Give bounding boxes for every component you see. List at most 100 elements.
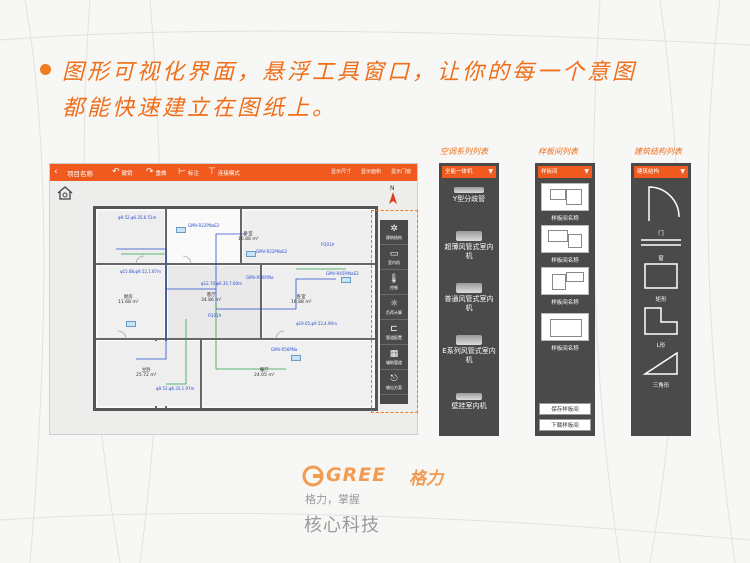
ac-item-y-branch[interactable]: Y型分歧管: [442, 187, 496, 204]
home-icon[interactable]: [57, 185, 73, 201]
samples-select[interactable]: 样板间 ▼: [538, 166, 592, 178]
headline-line-2: 都能快速建立在图纸上。: [62, 96, 338, 121]
slogan-core: 核心科技: [304, 515, 380, 536]
shape-l[interactable]: L形: [635, 305, 687, 349]
unit-model-label: GMV-R45P/NaE2: [326, 271, 359, 276]
wall-unit-icon: [456, 393, 482, 400]
indoor-unit[interactable]: [126, 321, 136, 327]
unit-model-label: GMV-R22PNaE2: [188, 223, 220, 228]
brand-name: GREE: [326, 464, 387, 486]
triangle-icon: [642, 351, 678, 375]
joint-label: FQ01A: [208, 313, 222, 318]
sample-room[interactable]: 样板间名称: [541, 183, 589, 222]
room-bedroom-2: 卧室 16.88 m²: [291, 294, 312, 305]
shape-window[interactable]: 窗: [635, 235, 687, 262]
sample-thumbnail: [541, 267, 589, 295]
room-kitchen: 厨房 11.68 m²: [118, 294, 139, 305]
ac-item-e-series[interactable]: E系列风管式室内机: [442, 335, 496, 365]
save-sample-button[interactable]: 保存样板间: [539, 403, 591, 415]
ac-item-label: 超薄风管式室内机: [444, 243, 494, 260]
download-sample-button[interactable]: 下载样板间: [539, 419, 591, 431]
door-icon: [648, 186, 680, 221]
room-area: 16.88 m²: [238, 237, 259, 242]
brand-name-cn: 格力: [409, 469, 443, 489]
room-area: 25.72 m²: [136, 373, 157, 378]
window-icon: [641, 239, 681, 246]
sample-room[interactable]: 样板间名称: [541, 313, 589, 352]
ac-series-panel: 全能一体机 ▼ Y型分歧管 超薄风管式室内机 普通风管式室内机 E系列风管式室内机…: [439, 163, 499, 436]
shape-triangle[interactable]: 三角形: [635, 349, 687, 389]
samples-panel-title: 样板间列表: [538, 147, 578, 156]
app-window: ‹ 项目名称 ↶ 撤销 ↷ 重做 ⊢ 标注 ⊤ 连接模式 显示尺寸 显示面积 显示门窗 …: [49, 163, 418, 435]
undo-button[interactable]: ↶ 撤销: [112, 166, 133, 179]
sample-name: 样板间名称: [551, 300, 579, 306]
ac-item-normal-duct[interactable]: 普通风管式室内机: [442, 283, 496, 313]
floor-plan[interactable]: 卧室 16.88 m² 厨房 11.68 m² 客厅 34.86 m² 卧室 16.88…: [93, 206, 378, 411]
toggle-show-doors[interactable]: 显示门窗: [391, 168, 411, 175]
indoor-unit[interactable]: [176, 227, 186, 233]
chevron-down-icon: ▼: [584, 168, 589, 175]
indoor-unit[interactable]: [291, 355, 301, 361]
room-master-bedroom: 主卧 25.72 m²: [136, 367, 157, 378]
shape-rectangle[interactable]: 矩形: [635, 261, 687, 303]
connect-mode-button[interactable]: ⊤ 连接模式: [208, 166, 240, 179]
sample-name: 样板间名称: [551, 346, 579, 352]
sample-room[interactable]: 样板间名称: [541, 267, 589, 306]
shape-label: 矩形: [655, 297, 667, 303]
project-name[interactable]: 项目名称: [67, 168, 93, 178]
toggle-show-size[interactable]: 显示尺寸: [331, 168, 351, 175]
indoor-unit[interactable]: [246, 251, 256, 257]
indoor-unit-icon: [456, 231, 482, 241]
ac-series-select[interactable]: 全能一体机 ▼: [442, 166, 496, 178]
undo-label: 撤销: [121, 170, 133, 177]
chevron-left-icon[interactable]: ‹: [54, 167, 58, 177]
ac-item-thin-duct[interactable]: 超薄风管式室内机: [442, 231, 496, 261]
bullet-dot: [40, 64, 51, 75]
redo-label: 重做: [155, 170, 167, 177]
ac-panel-title: 空调系列列表: [440, 147, 488, 156]
indoor-unit-icon: [456, 283, 482, 293]
room-area: 24.05 m²: [254, 373, 275, 378]
gree-logo: GREE 格力: [302, 463, 462, 489]
tool-strip-highlight: [371, 210, 418, 413]
joint-label: FQ01A: [321, 242, 335, 247]
redo-button[interactable]: ↷ 重做: [146, 166, 167, 179]
app-toolbar: ‹ 项目名称 ↶ 撤销 ↷ 重做 ⊢ 标注 ⊤ 连接模式 显示尺寸 显示面积 显示门窗: [50, 164, 417, 181]
room-bedroom-1: 卧室 16.88 m²: [238, 231, 259, 242]
unit-model-label: GMV-R22PNaE2: [256, 249, 288, 254]
slogan: 格力，掌握: [305, 493, 360, 506]
shape-door[interactable]: 门: [635, 181, 687, 237]
ac-item-label: 普通风管式室内机: [444, 295, 494, 312]
shape-label: L形: [656, 343, 666, 349]
pipe-label: φ9.52,φ6.35,1.97m: [156, 386, 195, 391]
toggle-show-area[interactable]: 显示面积: [361, 168, 381, 175]
indoor-unit-icon: [456, 335, 482, 345]
room-area: 11.68 m²: [118, 300, 139, 305]
room-dining: 餐厅 24.05 m²: [254, 367, 275, 378]
sample-room[interactable]: 样板间名称: [541, 225, 589, 264]
ac-item-label: Y型分歧管: [452, 195, 486, 203]
branch-pipe-icon: [454, 187, 484, 193]
connect-mode-label: 连接模式: [217, 170, 240, 177]
gree-logo-mark: [302, 465, 324, 487]
headline-line-1: 图形可视化界面，悬浮工具窗口，让你的每一个意图: [62, 60, 638, 85]
structure-panel-title: 建筑结构列表: [634, 147, 682, 156]
structure-select[interactable]: 建筑结构 ▼: [634, 166, 688, 178]
chevron-down-icon: ▼: [488, 168, 493, 175]
pipe-label: φ15.88,φ9.52,1.87m: [120, 269, 161, 274]
sample-thumbnail: [541, 225, 589, 253]
indoor-unit[interactable]: [341, 277, 351, 283]
samples-panel: 样板间 ▼ 样板间名称 样板间名称 样板间名称 样板间名称 保存样板间 下载样板间: [535, 163, 595, 436]
redo-icon: ↷: [146, 167, 154, 177]
unit-model-label: GMV-R56P/Na: [246, 275, 274, 280]
floor-plan-drawing: [96, 209, 375, 408]
rectangle-icon: [644, 263, 678, 289]
chevron-down-icon: ▼: [680, 168, 685, 175]
ac-item-wall-mount[interactable]: 壁挂室内机: [442, 393, 496, 411]
dimension-button[interactable]: ⊢ 标注: [178, 166, 199, 179]
room-area: 34.86 m²: [201, 298, 222, 303]
sample-name: 样板间名称: [551, 216, 579, 222]
sample-thumbnail: [541, 183, 589, 211]
pipe-label: φ19.05,φ9.52,4.90m: [296, 321, 337, 326]
select-value: 样板间: [541, 169, 558, 175]
